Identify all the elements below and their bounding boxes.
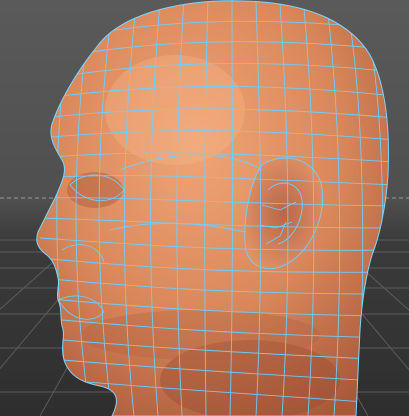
head-model[interactable] (36, 0, 395, 416)
viewport-canvas[interactable] (0, 0, 409, 416)
eye-socket (67, 172, 123, 208)
jaw-shadow (80, 310, 320, 360)
3d-viewport[interactable] (0, 0, 409, 416)
